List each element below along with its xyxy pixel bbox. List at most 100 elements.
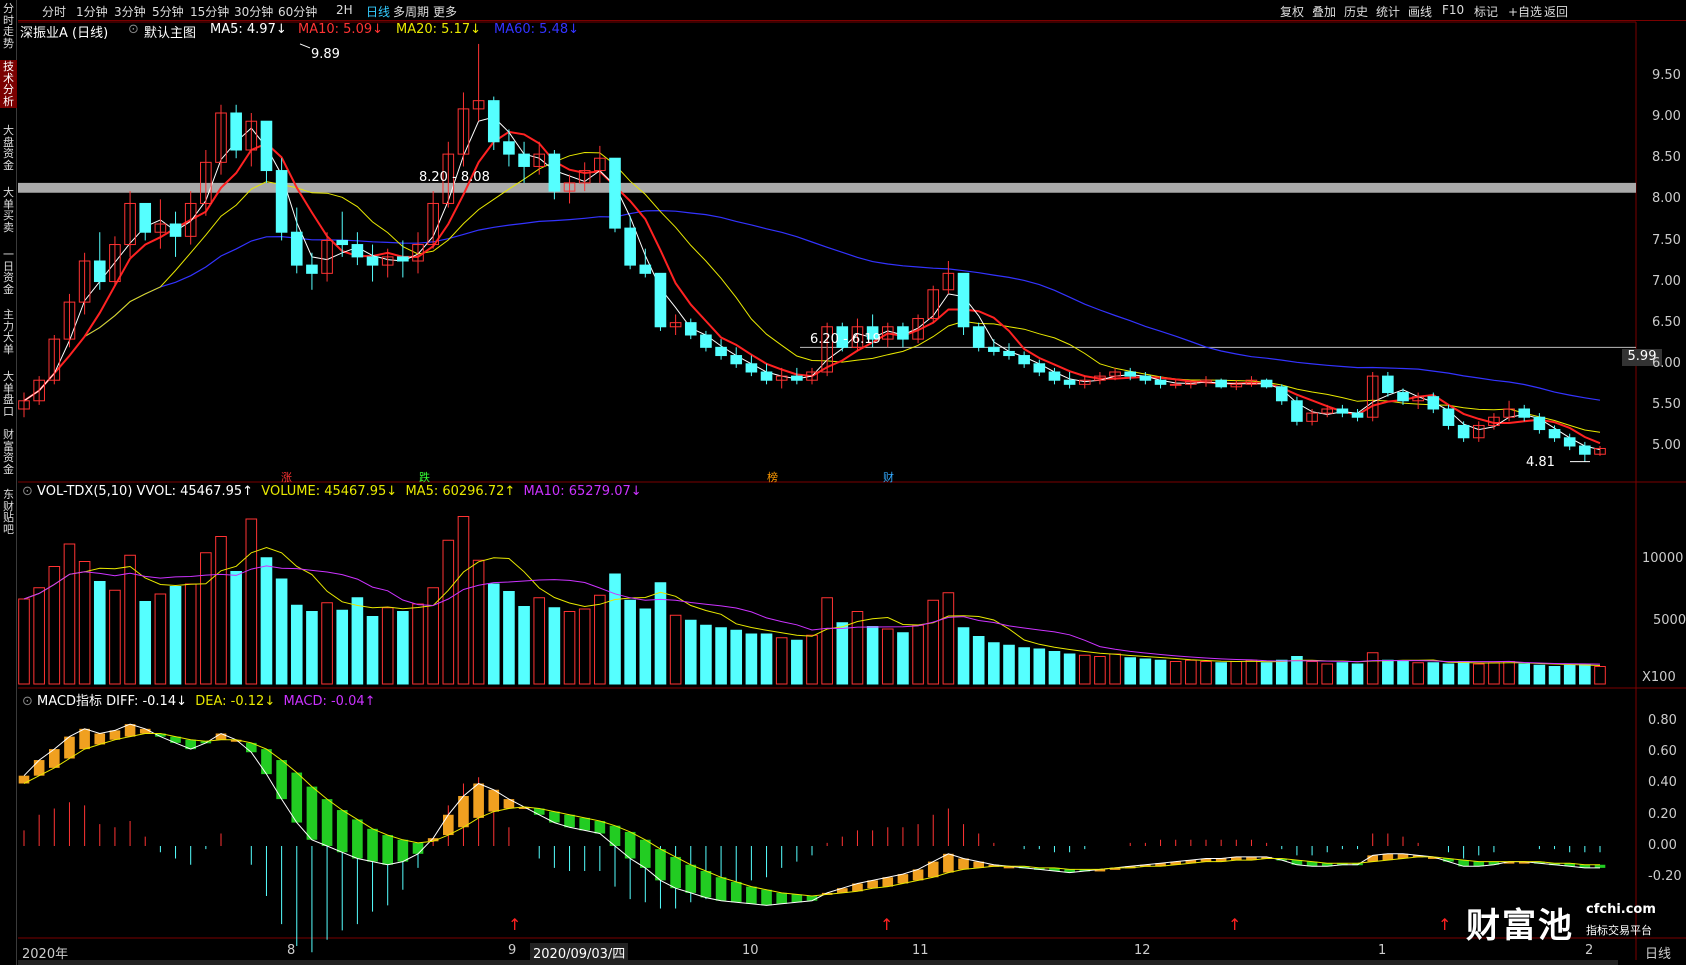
volume-unit: X100 bbox=[1642, 670, 1676, 685]
candle-body bbox=[730, 355, 743, 365]
macd-box bbox=[776, 892, 787, 904]
volume-bar bbox=[700, 624, 712, 685]
volume-bar bbox=[336, 609, 349, 685]
resistance-zone-label: 8.20 - 8.08 bbox=[419, 170, 490, 185]
volume-bar bbox=[988, 642, 1000, 685]
volume-bar bbox=[1563, 664, 1576, 685]
vol-ma5-line bbox=[23, 546, 1601, 666]
ma10-label: MA10: 5.09↓ bbox=[298, 22, 384, 37]
volume-bar bbox=[1382, 659, 1394, 685]
x-axis-label: 12 bbox=[1134, 943, 1151, 958]
stock-name: 深振业A (日线) bbox=[20, 26, 109, 41]
settings-icon[interactable]: ⊙ bbox=[22, 484, 33, 499]
support-zone-label: 6.20 - 6.19 bbox=[810, 332, 881, 347]
volume-bar bbox=[730, 629, 743, 685]
vol-ma10-line bbox=[23, 565, 1601, 665]
macd-box bbox=[715, 877, 727, 901]
volume-bar bbox=[1169, 661, 1182, 685]
marker-down[interactable]: 跌 bbox=[419, 469, 430, 485]
main-indicator-label[interactable]: 默认主图 bbox=[144, 22, 196, 41]
volume-bar bbox=[972, 636, 985, 685]
volume-bar bbox=[1412, 662, 1424, 685]
macd-box bbox=[1367, 855, 1378, 862]
candle-body bbox=[700, 334, 712, 348]
volume-bar bbox=[821, 597, 833, 685]
candle-body bbox=[351, 244, 364, 258]
cfchi-logo: 财富池 cfchi.com 指标交易平台 bbox=[1466, 898, 1666, 946]
volume-bar bbox=[881, 628, 894, 685]
macd-box bbox=[746, 886, 757, 904]
volume-indicator-name[interactable]: VOL-TDX(5,10) bbox=[37, 484, 132, 499]
candle-body bbox=[1563, 437, 1576, 447]
candle-body bbox=[336, 239, 349, 246]
volume-bar bbox=[169, 586, 182, 685]
volume-bar bbox=[745, 633, 758, 685]
ma10-line bbox=[23, 130, 1601, 445]
macd-box bbox=[412, 842, 424, 854]
volume-y-tick: 5000 bbox=[1653, 613, 1686, 628]
candle-body bbox=[503, 141, 515, 155]
price-y-tick: 6.50 bbox=[1652, 315, 1681, 330]
price-y-tick: 9.50 bbox=[1652, 68, 1681, 83]
candle-body bbox=[397, 256, 409, 262]
macd-box bbox=[306, 786, 318, 840]
candle-body bbox=[609, 157, 621, 229]
volume-bar bbox=[594, 594, 606, 685]
settings-icon[interactable]: ⊙ bbox=[22, 694, 33, 709]
candle-body bbox=[275, 170, 288, 233]
volume-bar bbox=[1457, 661, 1470, 685]
marker-rank[interactable]: 榜 bbox=[767, 469, 778, 485]
volume-bar bbox=[1442, 663, 1455, 685]
candle-body bbox=[684, 322, 697, 336]
volume-bar bbox=[1472, 663, 1485, 685]
buy-signal-arrow: ↑ bbox=[1438, 915, 1451, 934]
bottom-strip bbox=[18, 960, 1618, 965]
price-y-tick: 9.00 bbox=[1652, 109, 1681, 124]
candle-body bbox=[1518, 408, 1531, 418]
candle-body bbox=[1048, 371, 1061, 381]
candle-body bbox=[1033, 363, 1046, 373]
candle-body bbox=[1457, 424, 1470, 439]
macd-box bbox=[670, 856, 681, 889]
macd-box bbox=[18, 775, 30, 784]
volume-bar bbox=[351, 597, 364, 685]
kline-chart-canvas[interactable]: ↑ ↑ ↑ ↑ bbox=[0, 0, 1686, 965]
macd-box bbox=[291, 772, 303, 823]
candle-body bbox=[1427, 396, 1440, 410]
volume-bar bbox=[1139, 658, 1152, 685]
macd-box bbox=[943, 853, 954, 873]
volume-bar bbox=[1215, 662, 1227, 685]
volume-bar bbox=[1078, 654, 1091, 685]
candle-body bbox=[1548, 429, 1561, 439]
x-axis-label: 11 bbox=[912, 943, 929, 958]
marker-up[interactable]: 涨 bbox=[281, 469, 292, 485]
candle-body bbox=[791, 375, 803, 381]
candle-body bbox=[639, 264, 652, 274]
macd-box bbox=[109, 730, 121, 740]
price-y-tick: 8.00 bbox=[1652, 191, 1681, 206]
macd-box bbox=[215, 733, 227, 740]
ma20-line bbox=[23, 151, 1601, 433]
volume-bar bbox=[1306, 661, 1318, 685]
volume-bar bbox=[93, 581, 106, 685]
volume-bar bbox=[1245, 659, 1258, 685]
volume-bar bbox=[1260, 662, 1273, 685]
macd-dea-line bbox=[23, 733, 1600, 897]
macd-box bbox=[564, 814, 575, 828]
macd-indicator-name[interactable]: MACD指标 bbox=[37, 694, 102, 709]
x-axis-label: 8 bbox=[287, 943, 296, 958]
marker-finance[interactable]: 财 bbox=[883, 469, 894, 485]
settings-icon[interactable]: ⊙ bbox=[128, 22, 139, 37]
macd-box bbox=[443, 814, 454, 836]
volume-bar bbox=[1094, 656, 1106, 685]
candle-body bbox=[93, 260, 106, 283]
x-axis-label: 9 bbox=[508, 943, 517, 958]
macd-box bbox=[397, 839, 409, 862]
price-y-tick: 6.00 bbox=[1652, 356, 1681, 371]
x-axis-label: 1 bbox=[1378, 943, 1387, 958]
volume-bar bbox=[1063, 653, 1076, 685]
volume-bar bbox=[957, 627, 970, 685]
volume-bar bbox=[1033, 648, 1046, 685]
volume-bar bbox=[1518, 663, 1531, 685]
macd-y-tick: 0.20 bbox=[1648, 807, 1677, 822]
